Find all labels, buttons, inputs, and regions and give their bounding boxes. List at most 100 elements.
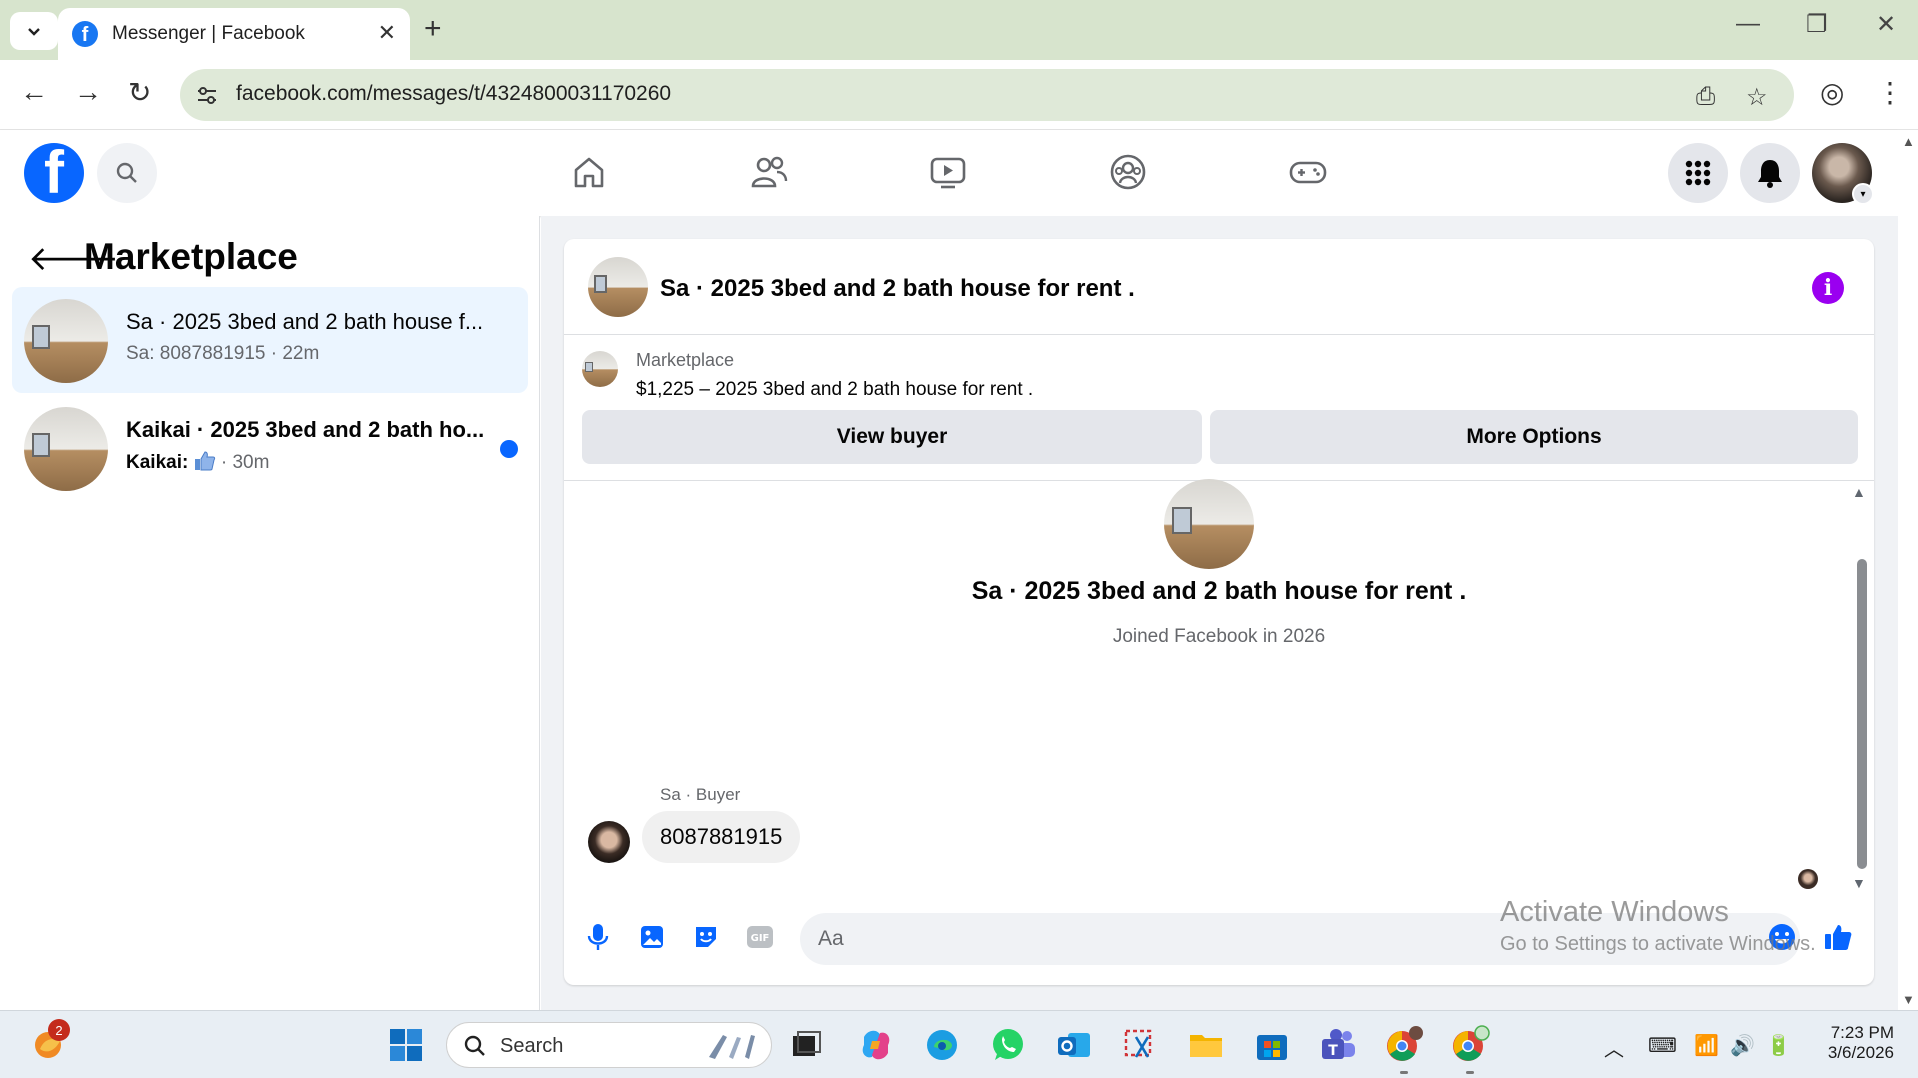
preview-sender: Kaikai: — [126, 452, 189, 473]
chevron-down-icon — [28, 28, 40, 36]
copilot-icon[interactable] — [856, 1025, 896, 1065]
grid-icon — [1685, 160, 1711, 186]
browser-tab-bar: f Messenger | Facebook ✕ + — ❐ ✕ — [0, 0, 1918, 60]
chat-header-thumbnail[interactable] — [588, 257, 648, 317]
running-indicator — [1400, 1071, 1408, 1074]
browser-toolbar: ← → ↻ facebook.com/messages/t/4324800031… — [0, 60, 1918, 130]
bell-icon — [1758, 160, 1782, 188]
home-icon[interactable] — [569, 152, 609, 192]
unread-indicator — [500, 440, 518, 458]
browser-tab[interactable]: f Messenger | Facebook ✕ — [58, 8, 410, 60]
chat-scrollbar[interactable] — [1857, 559, 1867, 869]
notification-badge: 2 — [48, 1019, 70, 1041]
notifications-button[interactable] — [1740, 143, 1800, 203]
watermark-title: Activate Windows — [1500, 896, 1729, 928]
account-chevron-icon[interactable]: ▾ — [1852, 183, 1874, 205]
marketplace-card: Marketplace $1,225 – 2025 3bed and 2 bat… — [564, 335, 1874, 481]
photo-icon[interactable] — [636, 921, 668, 953]
tab-title: Messenger | Facebook — [112, 23, 305, 44]
profile-name: Sa · 2025 3bed and 2 bath house for rent… — [971, 577, 1467, 605]
thumbs-up-icon — [194, 451, 215, 471]
facebook-favicon-icon: f — [72, 21, 98, 47]
show-hidden-icons-icon[interactable]: ︿ — [1604, 1033, 1624, 1062]
wifi-icon[interactable]: 📶 — [1694, 1033, 1719, 1058]
more-options-button[interactable]: More Options — [1210, 410, 1858, 464]
activate-windows-watermark: Activate Windows Go to Settings to activ… — [1500, 896, 1816, 956]
chat-header: Sa · 2025 3bed and 2 bath house for rent… — [564, 239, 1874, 335]
conversation-preview: Sa: 8087881915 · 22m — [126, 343, 320, 364]
groups-icon[interactable] — [1108, 152, 1148, 192]
listing-title[interactable]: $1,225 – 2025 3bed and 2 bath house for … — [636, 379, 1033, 401]
start-windows-icon[interactable] — [386, 1025, 426, 1065]
sticker-icon[interactable] — [690, 921, 722, 953]
forward-icon[interactable]: → — [74, 76, 102, 108]
chrome-profile-m-icon[interactable] — [1384, 1025, 1424, 1065]
message-bubble[interactable]: 8087881915 — [642, 811, 801, 863]
menu-grid-button[interactable] — [1668, 143, 1728, 203]
battery-icon[interactable]: 🔋 — [1766, 1033, 1791, 1058]
keyboard-icon[interactable]: ⌨ — [1648, 1033, 1677, 1058]
listing-thumbnail — [24, 299, 108, 383]
file-explorer-icon[interactable] — [1186, 1025, 1226, 1065]
restore-icon[interactable]: ❐ — [1806, 10, 1828, 39]
marketplace-label: Marketplace — [636, 350, 735, 370]
friends-icon[interactable] — [749, 152, 789, 192]
listing-small-thumbnail — [582, 351, 618, 387]
facebook-search-button[interactable] — [97, 143, 157, 203]
task-view-icon[interactable] — [786, 1025, 826, 1065]
scroll-down-icon[interactable]: ▼ — [1852, 875, 1866, 891]
view-buyer-button[interactable]: View buyer — [582, 410, 1202, 464]
conversation-name: Kaikai · 2025 3bed and 2 bath ho... — [126, 417, 485, 442]
gif-icon[interactable]: GIF — [744, 921, 776, 953]
page-scroll-up-icon[interactable]: ▲ — [1902, 134, 1915, 149]
tab-close-icon[interactable]: ✕ — [378, 20, 396, 46]
teams-icon[interactable]: T — [1318, 1025, 1358, 1065]
chat-title[interactable]: Sa · 2025 3bed and 2 bath house for rent… — [660, 275, 1135, 303]
listing-thumbnail — [24, 407, 108, 491]
install-app-icon[interactable]: ⎙ — [1696, 83, 1715, 111]
microsoft-store-icon[interactable] — [1252, 1025, 1292, 1065]
scroll-up-icon[interactable]: ▲ — [1852, 484, 1866, 500]
system-clock[interactable]: 7:23 PM 3/6/2026 — [1810, 1023, 1894, 1063]
clock-date: 3/6/2026 — [1827, 1043, 1894, 1062]
reload-icon[interactable]: ↻ — [128, 76, 151, 109]
site-settings-icon[interactable] — [194, 82, 220, 108]
facebook-logo-icon[interactable]: f — [24, 143, 84, 203]
message-input-placeholder: Aa — [818, 927, 844, 950]
menu-kebab-icon[interactable]: ⋮ — [1876, 76, 1904, 109]
bookmark-star-icon[interactable]: ☆ — [1746, 83, 1768, 112]
whatsapp-icon[interactable] — [988, 1025, 1028, 1065]
volume-icon[interactable]: 🔊 — [1730, 1033, 1755, 1058]
svg-text:GIF: GIF — [751, 933, 770, 944]
minimize-icon[interactable]: — — [1736, 10, 1760, 38]
page-scroll-down-icon[interactable]: ▼ — [1902, 992, 1915, 1007]
conversation-item[interactable]: Sa · 2025 3bed and 2 bath house f... Sa:… — [12, 287, 528, 393]
gaming-icon[interactable] — [1288, 152, 1328, 192]
profile-icon[interactable]: ◎ — [1820, 76, 1844, 109]
page-scrollbar[interactable]: ▲ ▼ — [1898, 130, 1918, 1010]
panel-title: Marketplace — [84, 236, 298, 277]
svg-text:T: T — [1328, 1043, 1338, 1059]
chrome-profile-icon[interactable] — [1450, 1025, 1490, 1065]
new-tab-button[interactable]: + — [424, 12, 442, 46]
url-text: facebook.com/messages/t/4324800031170260 — [236, 82, 672, 105]
sender-label: Sa · Buyer — [660, 785, 741, 804]
conversation-item[interactable]: Kaikai · 2025 3bed and 2 bath ho... Kaik… — [12, 395, 528, 501]
chat-window: Sa · 2025 3bed and 2 bath house for rent… — [564, 239, 1874, 985]
outlook-icon[interactable] — [1054, 1025, 1094, 1065]
like-send-icon[interactable] — [1822, 921, 1854, 953]
address-bar[interactable]: facebook.com/messages/t/4324800031170260… — [180, 69, 1794, 121]
back-icon[interactable]: ← — [20, 76, 48, 108]
sender-avatar[interactable] — [588, 821, 630, 863]
taskbar-search-box[interactable]: Search — [446, 1022, 772, 1068]
tab-search-button[interactable] — [10, 12, 58, 50]
conversation-name: Sa · 2025 3bed and 2 bath house f... — [126, 309, 484, 334]
profile-thumbnail[interactable] — [1164, 479, 1254, 569]
watermark-subtitle: Go to Settings to activate Windows. — [1500, 933, 1816, 955]
info-icon[interactable]: i — [1812, 272, 1844, 304]
window-close-icon[interactable]: ✕ — [1876, 10, 1896, 39]
snipping-tool-icon[interactable] — [1120, 1025, 1160, 1065]
video-icon[interactable] — [928, 152, 968, 192]
microphone-icon[interactable] — [582, 921, 614, 953]
edge-browser-icon[interactable] — [922, 1025, 962, 1065]
